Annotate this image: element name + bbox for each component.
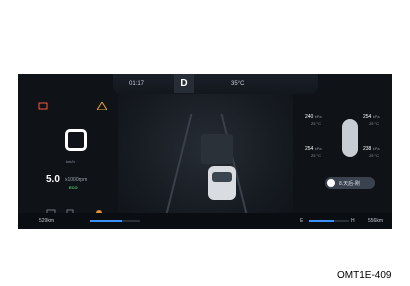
front-vehicle	[201, 134, 233, 164]
gear-indicator: D	[174, 74, 194, 93]
lane-left	[165, 114, 193, 214]
tire-fl-temp: 25 °C	[311, 121, 322, 126]
seatbelt-icon	[46, 204, 56, 217]
speed-digit	[65, 129, 87, 151]
drive-mode: ECO	[69, 185, 78, 190]
engine-warning-icon	[94, 204, 104, 216]
clock: 01:17	[129, 81, 145, 87]
outside-temperature: 35°C	[231, 81, 245, 87]
vehicle-topview	[342, 119, 358, 157]
door-icon	[66, 204, 74, 217]
speed-unit: km/h	[66, 159, 75, 164]
tire-rr-temp: 25 °C	[369, 153, 380, 158]
range-left: 529km	[39, 218, 55, 224]
fuel-full-label: H	[351, 218, 355, 224]
media-player[interactable]: 8.天后-刚	[325, 177, 375, 189]
top-status-bar: 01:17 D 35°C	[113, 74, 318, 94]
rpm-label: x1000rpm	[65, 177, 88, 183]
gear-letter: D	[180, 78, 188, 89]
figure-code: OMT1E-409	[337, 270, 392, 281]
fuel-empty-label: E	[300, 218, 304, 224]
camera-warning-icon	[38, 97, 48, 110]
tire-rl-temp: 25 °C	[311, 153, 322, 158]
fuel-fill	[309, 220, 334, 222]
instrument-cluster: 01:17 D 35°C km/h 5.0 x1000rpm ECO 240 k…	[18, 74, 392, 229]
tire-fr-value: 254 kPa	[363, 114, 380, 120]
tire-fl-value: 240 kPa	[305, 114, 322, 120]
charge-fill	[90, 220, 122, 222]
range-right: 556km	[368, 218, 384, 224]
media-title: 8.天后-刚	[339, 181, 360, 187]
gear-value: 5.0	[46, 174, 60, 185]
bottom-status-bar: 529km E H 556km	[18, 213, 392, 229]
triangle-warning-icon	[96, 97, 108, 111]
ego-vehicle-window	[212, 172, 232, 182]
left-panel: km/h 5.0 x1000rpm ECO	[18, 74, 118, 229]
tire-rl-value: 254 kPa	[305, 146, 322, 152]
play-icon[interactable]	[327, 179, 335, 187]
tire-fr-temp: 25 °C	[369, 121, 380, 126]
tire-pressure-panel: 240 kPa 25 °C 254 kPa 25 °C 254 kPa 25 °…	[293, 94, 392, 229]
tire-rr-value: 238 kPa	[363, 146, 380, 152]
